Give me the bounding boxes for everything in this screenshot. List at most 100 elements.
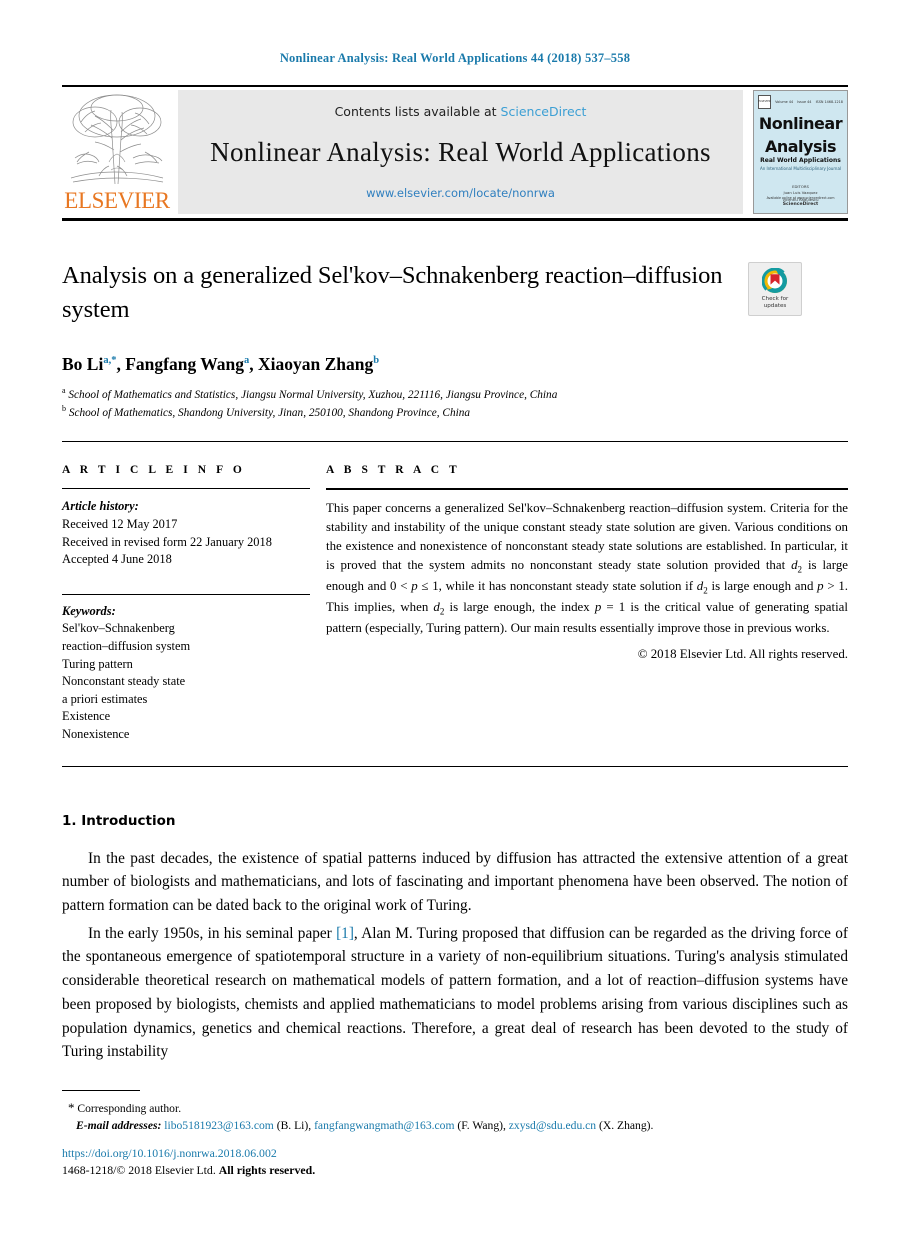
paragraph-2-before-cite: In the early 1950s, in his seminal paper (88, 924, 337, 942)
author-2: Fangfang Wanga (125, 354, 249, 374)
body-paragraph-2: In the early 1950s, in his seminal paper… (62, 922, 848, 1064)
crossmark-badge[interactable]: Check for updates (748, 262, 802, 316)
paragraph-2-after-cite: , Alan M. Turing proposed that diffusion… (62, 924, 848, 1061)
journal-title: Nonlinear Analysis: Real World Applicati… (210, 137, 711, 167)
keyword-item: Nonconstant steady state (62, 674, 186, 689)
cover-elsevier-logo-icon: ELSEVIER (758, 95, 771, 109)
email-link-1[interactable]: libo5181923@163.com (164, 1119, 274, 1132)
keywords-rule (62, 593, 310, 595)
email-link-3[interactable]: zxysd@sdu.edu.cn (509, 1119, 596, 1132)
crossmark-label-line1: Check for (761, 296, 789, 303)
cover-footer: Available online at www.sciencedirect.co… (754, 196, 847, 208)
masthead-top-rule (62, 85, 848, 87)
paper-page: Nonlinear Analysis: Real World Applicati… (0, 0, 907, 1238)
keyword-item: a priori estimates (62, 691, 148, 706)
article-info-heading: A R T I C L E I N F O (62, 464, 246, 477)
abstract-part-1: This paper concerns a generalized Sel'ko… (326, 501, 848, 573)
author-3-name: Xiaoyan Zhang (258, 354, 374, 374)
issn-rights: All rights reserved. (218, 1162, 316, 1177)
info-abstract-row: A R T I C L E I N F O Article history: R… (62, 464, 848, 743)
keywords-label: Keywords: (62, 603, 116, 618)
citation-link-1[interactable]: [1] (336, 925, 354, 942)
corresponding-author-note: * Corresponding author. (68, 1098, 848, 1118)
keyword-item: Existence (62, 709, 111, 724)
page-content: Nonlinear Analysis: Real World Applicati… (62, 0, 848, 1179)
abstract-heading: A B S T R A C T (326, 464, 461, 477)
cover-footer-line: Available online at www.sciencedirect.co… (766, 195, 835, 200)
email-owner-3: (X. Zhang) (599, 1119, 651, 1133)
author-3: Xiaoyan Zhangb (258, 354, 379, 374)
affiliation-a: a School of Mathematics and Statistics, … (62, 385, 722, 403)
abstract-text: This paper concerns a generalized Sel'ko… (326, 499, 848, 637)
masthead-bottom-rule (62, 218, 848, 221)
masthead-center-panel: Contents lists available at ScienceDirec… (178, 90, 743, 214)
article-info-rule (62, 488, 310, 490)
elsevier-tree-icon (65, 92, 169, 188)
contents-prefix: Contents lists available at (334, 104, 501, 119)
abstract-part-4: is large enough and (707, 578, 818, 593)
crossmark-label: Check for updates (762, 296, 789, 310)
corresponding-author-text: Corresponding author. (77, 1101, 182, 1115)
email-link-2[interactable]: fangfangwangmath@163.com (314, 1119, 454, 1132)
journal-url-link[interactable]: www.elsevier.com/locate/nonrwa (366, 186, 555, 200)
email-addresses-note: E-mail addresses: libo5181923@163.com (B… (76, 1119, 654, 1133)
cover-subtitle-secondary: An International Multidisciplinary Journ… (759, 166, 842, 172)
cover-volume: Volume 44 (775, 100, 794, 104)
doi-block: https://doi.org/10.1016/j.nonrwa.2018.06… (62, 1145, 848, 1179)
section-heading-introduction: 1. Introduction (62, 812, 176, 829)
keyword-item: Nonexistence (62, 726, 130, 741)
affiliation-b: b School of Mathematics, Shandong Univer… (62, 403, 722, 421)
cover-issue: Issue 44 (797, 100, 812, 104)
running-head: Nonlinear Analysis: Real World Applicati… (279, 51, 631, 65)
paper-title: Analysis on a generalized Sel'kov–Schnak… (62, 262, 723, 323)
footnotes-block: * Corresponding author. E-mail addresses… (62, 1098, 848, 1179)
contents-available-line: Contents lists available at ScienceDirec… (335, 104, 587, 119)
history-item-revised: Received in revised form 22 January 2018 (62, 534, 272, 549)
email-owner-2: (F. Wang) (457, 1119, 503, 1133)
cover-title-line1: Nonlinear (758, 114, 843, 133)
author-1-name: Bo Li (62, 354, 104, 374)
abstract-part-6: is large enough, the index (444, 599, 595, 614)
cover-title-line2: Analysis (764, 136, 837, 156)
history-item-received: Received 12 May 2017 (62, 516, 178, 531)
affiliation-a-mark: a (62, 386, 66, 395)
abstract-rule (326, 488, 848, 491)
body-paragraph-1: In the past decades, the existence of sp… (62, 849, 848, 914)
abstract-column: A B S T R A C T This paper concerns a ge… (326, 464, 848, 743)
elsevier-wordmark: ELSEVIER (64, 188, 170, 213)
cover-topbar: ELSEVIER Volume 44 Issue 44 ISSN 1468-12… (754, 91, 847, 109)
issn-prefix: 1468-1218/© 2018 Elsevier Ltd. (62, 1162, 219, 1177)
history-item-accepted: Accepted 4 June 2018 (62, 552, 172, 567)
info-bottom-rule (62, 765, 848, 767)
keyword-item: Turing pattern (62, 656, 133, 671)
abstract-part-3: ≤ 1, while it has nonconstant steady sta… (417, 578, 697, 593)
affiliation-b-text: School of Mathematics, Shandong Universi… (68, 406, 471, 419)
sciencedirect-link[interactable]: ScienceDirect (501, 104, 587, 119)
cover-footer-brand: ScienceDirect (782, 201, 819, 207)
keyword-item: Sel'kov–Schnakenberg (62, 621, 175, 636)
doi-link[interactable]: https://doi.org/10.1016/j.nonrwa.2018.06… (62, 1145, 848, 1162)
cover-logo-text: ELSEVIER (758, 99, 771, 103)
affiliation-a-text: School of Mathematics and Statistics, Ji… (68, 388, 558, 401)
journal-cover-thumbnail: ELSEVIER Volume 44 Issue 44 ISSN 1468-12… (753, 90, 848, 214)
keyword-item: reaction–diffusion system (62, 638, 191, 653)
author-1-corresponding-mark[interactable]: ,* (109, 355, 117, 366)
footnote-rule (62, 1089, 140, 1091)
keywords-block: Keywords: Sel'kov–Schnakenberg reaction–… (62, 603, 310, 744)
info-top-rule (62, 441, 848, 443)
corresponding-star-mark: * (68, 1099, 75, 1115)
article-info-column: A R T I C L E I N F O Article history: R… (62, 464, 310, 743)
email-addresses-label: E-mail addresses: (76, 1119, 162, 1133)
article-history: Article history: Received 12 May 2017 Re… (62, 498, 310, 568)
author-2-name: Fangfang Wang (125, 354, 245, 374)
article-history-label: Article history: (62, 499, 139, 514)
elsevier-logo: ELSEVIER (62, 90, 172, 214)
email-owner-1: (B. Li) (276, 1119, 309, 1133)
title-block: Analysis on a generalized Sel'kov–Schnak… (62, 259, 848, 329)
issn-copyright-line: 1468-1218/© 2018 Elsevier Ltd. All right… (62, 1162, 848, 1179)
crossmark-label-line2: updates (763, 303, 787, 309)
author-3-affiliation-mark: b (373, 355, 380, 367)
cover-subtitle: Real World Applications (760, 157, 841, 165)
affiliations: a School of Mathematics and Statistics, … (62, 385, 722, 421)
author-list: Bo Lia,*, Fangfang Wanga, Xiaoyan Zhangb (62, 354, 380, 374)
